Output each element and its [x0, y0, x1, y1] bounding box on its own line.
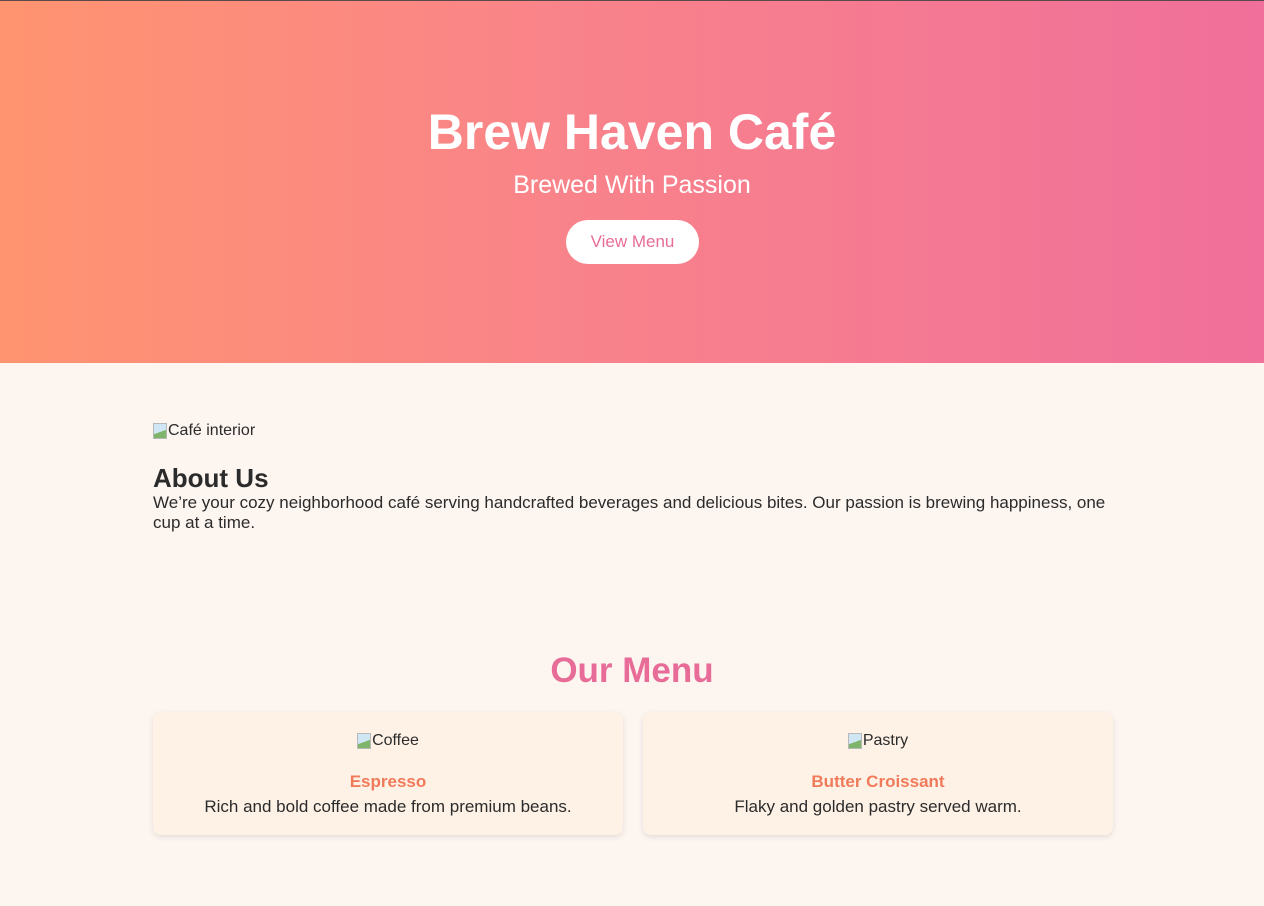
about-text: We’re your cozy neighborhood café servin…: [153, 493, 1106, 532]
coffee-image-alt: Coffee: [372, 732, 419, 749]
menu-card-espresso: Coffee Espresso Rich and bold coffee mad…: [153, 712, 623, 835]
menu-heading: Our Menu: [550, 651, 714, 690]
view-menu-button[interactable]: View Menu: [566, 220, 699, 264]
menu-card-croissant: Pastry Butter Croissant Flaky and golden…: [643, 712, 1113, 835]
pastry-image-alt: Pastry: [862, 732, 909, 749]
cafe-interior-image-alt: Café interior: [168, 422, 256, 439]
site-title: Brew Haven Café: [427, 104, 837, 160]
coffee-image: Coffee: [357, 730, 419, 752]
about-heading: About Us: [153, 463, 269, 493]
hero-banner: Brew Haven Café Brewed With Passion View…: [0, 0, 1264, 363]
menu-item-description: Flaky and golden pastry served warm.: [734, 797, 1022, 816]
pastry-image: Pastry: [847, 730, 909, 752]
menu-item-name: Espresso: [349, 772, 427, 791]
cafe-interior-image: Café interior: [153, 420, 255, 442]
menu-item-name: Butter Croissant: [811, 772, 945, 791]
hero-tagline: Brewed With Passion: [513, 171, 751, 199]
broken-image-icon: [357, 733, 372, 749]
broken-image-icon: [847, 733, 862, 749]
about-section: Café interior About Us We’re your cozy n…: [153, 420, 1113, 533]
menu-item-description: Rich and bold coffee made from premium b…: [204, 797, 572, 816]
broken-image-icon: [153, 423, 167, 439]
